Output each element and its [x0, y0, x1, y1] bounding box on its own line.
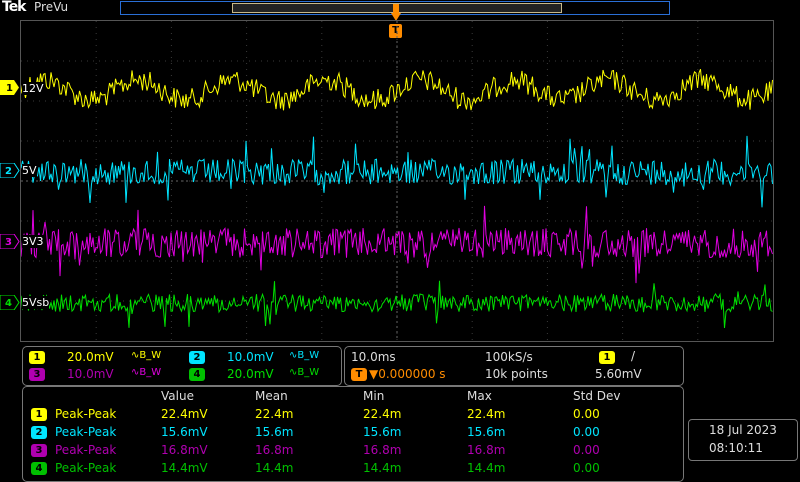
ch1-scale[interactable]: 20.0mV: [67, 350, 114, 364]
row-std: 0.00: [573, 461, 600, 475]
timebase[interactable]: 10.0ms: [351, 350, 396, 364]
date-readout: 18 Jul 2023: [709, 423, 777, 437]
ch3-marker[interactable]: 3: [0, 233, 20, 253]
row-type: Peak-Peak: [55, 443, 117, 457]
acquisition-mode: PreVu: [34, 0, 69, 14]
row-mean: 15.6m: [255, 425, 294, 439]
col-std-dev: Std Dev: [573, 389, 621, 403]
row-type: Peak-Peak: [55, 407, 117, 421]
sample-rate: 100kS/s: [485, 350, 533, 364]
row-min: 16.8m: [363, 443, 402, 457]
ch3-badge: 3: [29, 368, 45, 381]
ch3-label: 3V3: [22, 235, 44, 248]
row-max: 16.8m: [467, 443, 506, 457]
vertical-settings-panel[interactable]: 1 20.0mV ∿B_W 2 10.0mV ∿B_W 3 10.0mV ∿B_…: [22, 346, 342, 386]
row-ch-badge: 4: [31, 462, 47, 475]
record-length: 10k points: [485, 367, 548, 381]
ch3-bw-icon: ∿B_W: [131, 367, 162, 378]
svg-text:3: 3: [5, 237, 12, 248]
ch4-marker-icon: 4: [0, 294, 20, 311]
row-mean: 22.4m: [255, 407, 294, 421]
row-min: 14.4m: [363, 461, 402, 475]
row-max: 22.4m: [467, 407, 506, 421]
ch3-scale[interactable]: 10.0mV: [67, 367, 114, 381]
brand-logo: Tek: [2, 0, 26, 15]
row-type: Peak-Peak: [55, 461, 117, 475]
ch2-scale[interactable]: 10.0mV: [227, 350, 274, 364]
row-value: 14.4mV: [161, 461, 208, 475]
col-min: Min: [363, 389, 385, 403]
row-max: 14.4m: [467, 461, 506, 475]
ch1-bw-icon: ∿B_W: [131, 350, 162, 361]
measurement-panel[interactable]: Value Mean Min Max Std Dev 1 Peak-Peak 2…: [22, 386, 684, 482]
ch2-bw-icon: ∿B_W: [289, 350, 320, 361]
ch4-scale[interactable]: 20.0mV: [227, 367, 274, 381]
row-std: 0.00: [573, 425, 600, 439]
ch2-marker-icon: 2: [0, 162, 20, 179]
row-mean: 16.8m: [255, 443, 294, 457]
col-value: Value: [161, 389, 194, 403]
date-time-display[interactable]: 18 Jul 2023 08:10:11: [688, 419, 798, 461]
ch4-badge: 4: [189, 368, 205, 381]
svg-text:2: 2: [5, 166, 12, 177]
ch1-badge: 1: [29, 351, 45, 364]
col-max: Max: [467, 389, 492, 403]
ch1-label: 12V: [22, 82, 44, 95]
trigger-source-badge[interactable]: 1: [599, 351, 615, 364]
ch2-marker[interactable]: 2: [0, 162, 20, 182]
row-ch-badge: 2: [31, 426, 47, 439]
ch2-label: 5V: [22, 164, 37, 177]
ch4-bw-icon: ∿B_W: [289, 367, 320, 378]
row-max: 15.6m: [467, 425, 506, 439]
ch1-marker-icon: 1: [0, 80, 19, 95]
svg-text:4: 4: [5, 298, 12, 309]
ch1-marker[interactable]: 1: [0, 80, 20, 99]
horizontal-trigger-panel[interactable]: 10.0ms 100kS/s 1 / T ▼0.000000 s 10k poi…: [344, 346, 684, 386]
row-min: 15.6m: [363, 425, 402, 439]
row-type: Peak-Peak: [55, 425, 117, 439]
trigger-position[interactable]: ▼0.000000 s: [369, 367, 446, 381]
row-value: 15.6mV: [161, 425, 208, 439]
trigger-slope-icon: /: [631, 349, 636, 363]
svg-text:1: 1: [6, 83, 13, 94]
row-mean: 14.4m: [255, 461, 294, 475]
row-ch-badge: 1: [31, 408, 47, 421]
row-min: 22.4m: [363, 407, 402, 421]
row-ch-badge: 3: [31, 444, 47, 457]
row-std: 0.00: [573, 443, 600, 457]
row-value: 16.8mV: [161, 443, 208, 457]
trigger-level[interactable]: 5.60mV: [595, 367, 642, 381]
time-readout: 08:10:11: [709, 441, 763, 455]
trigger-position-icon: T: [351, 368, 367, 381]
ch3-marker-icon: 3: [0, 233, 20, 250]
waveform-graticule: [20, 20, 774, 342]
col-mean: Mean: [255, 389, 288, 403]
ch4-marker[interactable]: 4: [0, 294, 20, 314]
ch2-badge: 2: [189, 351, 205, 364]
row-std: 0.00: [573, 407, 600, 421]
row-value: 22.4mV: [161, 407, 208, 421]
ch4-label: 5Vsb: [22, 296, 50, 309]
